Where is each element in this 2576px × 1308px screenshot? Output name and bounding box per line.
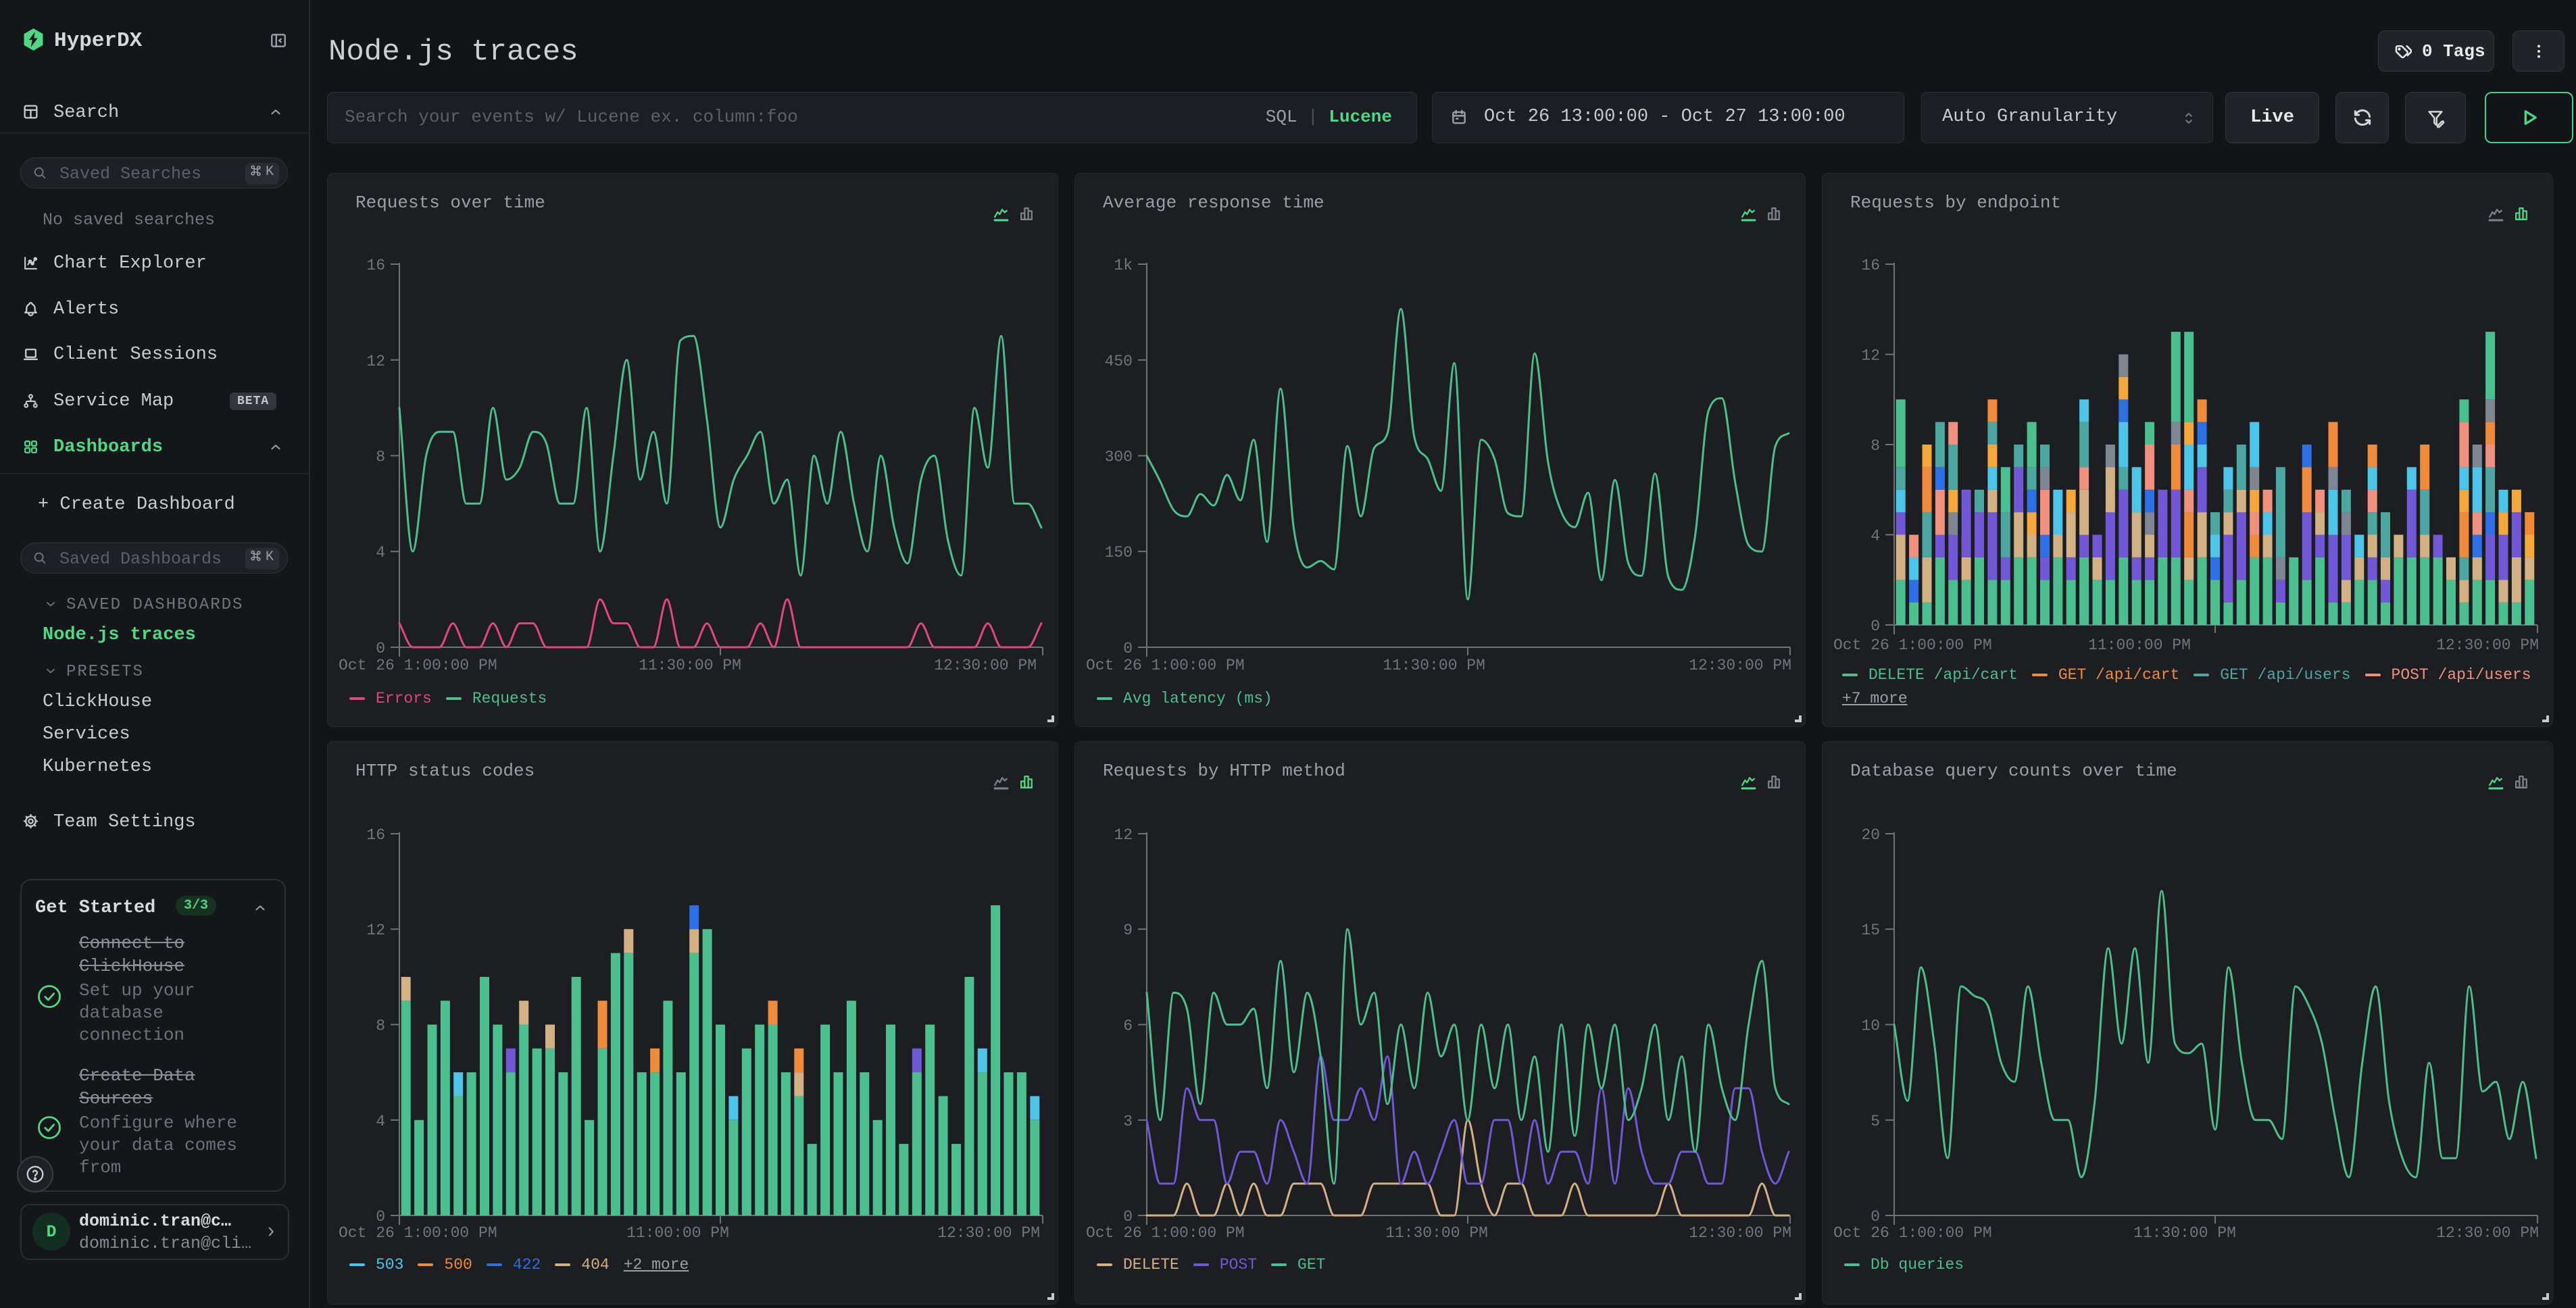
svg-text:Oct 26 1:00:00 PM: Oct 26 1:00:00 PM [339, 657, 497, 674]
svg-text:9: 9 [1123, 922, 1133, 939]
svg-text:1k: 1k [1114, 257, 1133, 274]
svg-text:300: 300 [1105, 449, 1133, 466]
svg-text:0: 0 [376, 640, 385, 657]
svg-text:5: 5 [1871, 1113, 1880, 1130]
svg-text:11:00:00 PM: 11:00:00 PM [2088, 636, 2191, 654]
svg-text:16: 16 [366, 257, 385, 274]
svg-text:12: 12 [366, 922, 385, 939]
svg-text:8: 8 [1871, 437, 1880, 455]
svg-text:12:30:00 PM: 12:30:00 PM [1689, 657, 1791, 674]
svg-text:Oct 26 1:00:00 PM: Oct 26 1:00:00 PM [339, 1224, 497, 1242]
svg-text:12:30:00 PM: 12:30:00 PM [2436, 636, 2539, 654]
svg-text:11:30:00 PM: 11:30:00 PM [2133, 1224, 2236, 1242]
svg-text:4: 4 [376, 1113, 385, 1130]
svg-text:11:30:00 PM: 11:30:00 PM [639, 657, 741, 674]
svg-text:0: 0 [1871, 618, 1880, 635]
svg-text:Oct 26 1:00:00 PM: Oct 26 1:00:00 PM [1833, 1224, 1992, 1242]
svg-text:12:30:00 PM: 12:30:00 PM [934, 657, 1037, 674]
svg-text:0: 0 [376, 1208, 385, 1226]
svg-text:12: 12 [366, 353, 385, 370]
svg-text:0: 0 [1123, 1208, 1133, 1226]
svg-text:12: 12 [1114, 826, 1133, 844]
svg-text:12:30:00 PM: 12:30:00 PM [937, 1224, 1040, 1242]
svg-text:8: 8 [376, 449, 385, 466]
svg-text:0: 0 [1871, 1208, 1880, 1226]
svg-text:12: 12 [1861, 347, 1880, 365]
svg-text:15: 15 [1861, 922, 1880, 939]
svg-text:150: 150 [1105, 544, 1133, 561]
svg-text:11:30:00 PM: 11:30:00 PM [1383, 657, 1485, 674]
svg-text:12:30:00 PM: 12:30:00 PM [1689, 1224, 1791, 1242]
svg-text:Oct 26 1:00:00 PM: Oct 26 1:00:00 PM [1086, 1224, 1245, 1242]
svg-text:12:30:00 PM: 12:30:00 PM [2436, 1224, 2539, 1242]
svg-text:16: 16 [366, 826, 385, 844]
svg-text:3: 3 [1123, 1113, 1133, 1130]
svg-text:450: 450 [1105, 353, 1133, 370]
svg-text:10: 10 [1861, 1017, 1880, 1035]
svg-text:11:00:00 PM: 11:00:00 PM [626, 1224, 729, 1242]
svg-text:20: 20 [1861, 826, 1880, 844]
svg-text:Oct 26 1:00:00 PM: Oct 26 1:00:00 PM [1086, 657, 1245, 674]
svg-text:11:30:00 PM: 11:30:00 PM [1385, 1224, 1488, 1242]
svg-text:4: 4 [1871, 528, 1880, 545]
svg-text:16: 16 [1861, 257, 1880, 274]
svg-text:Oct 26 1:00:00 PM: Oct 26 1:00:00 PM [1833, 636, 1992, 654]
svg-text:4: 4 [376, 544, 385, 561]
svg-text:8: 8 [376, 1017, 385, 1035]
svg-text:6: 6 [1123, 1017, 1133, 1035]
svg-text:0: 0 [1123, 640, 1133, 657]
